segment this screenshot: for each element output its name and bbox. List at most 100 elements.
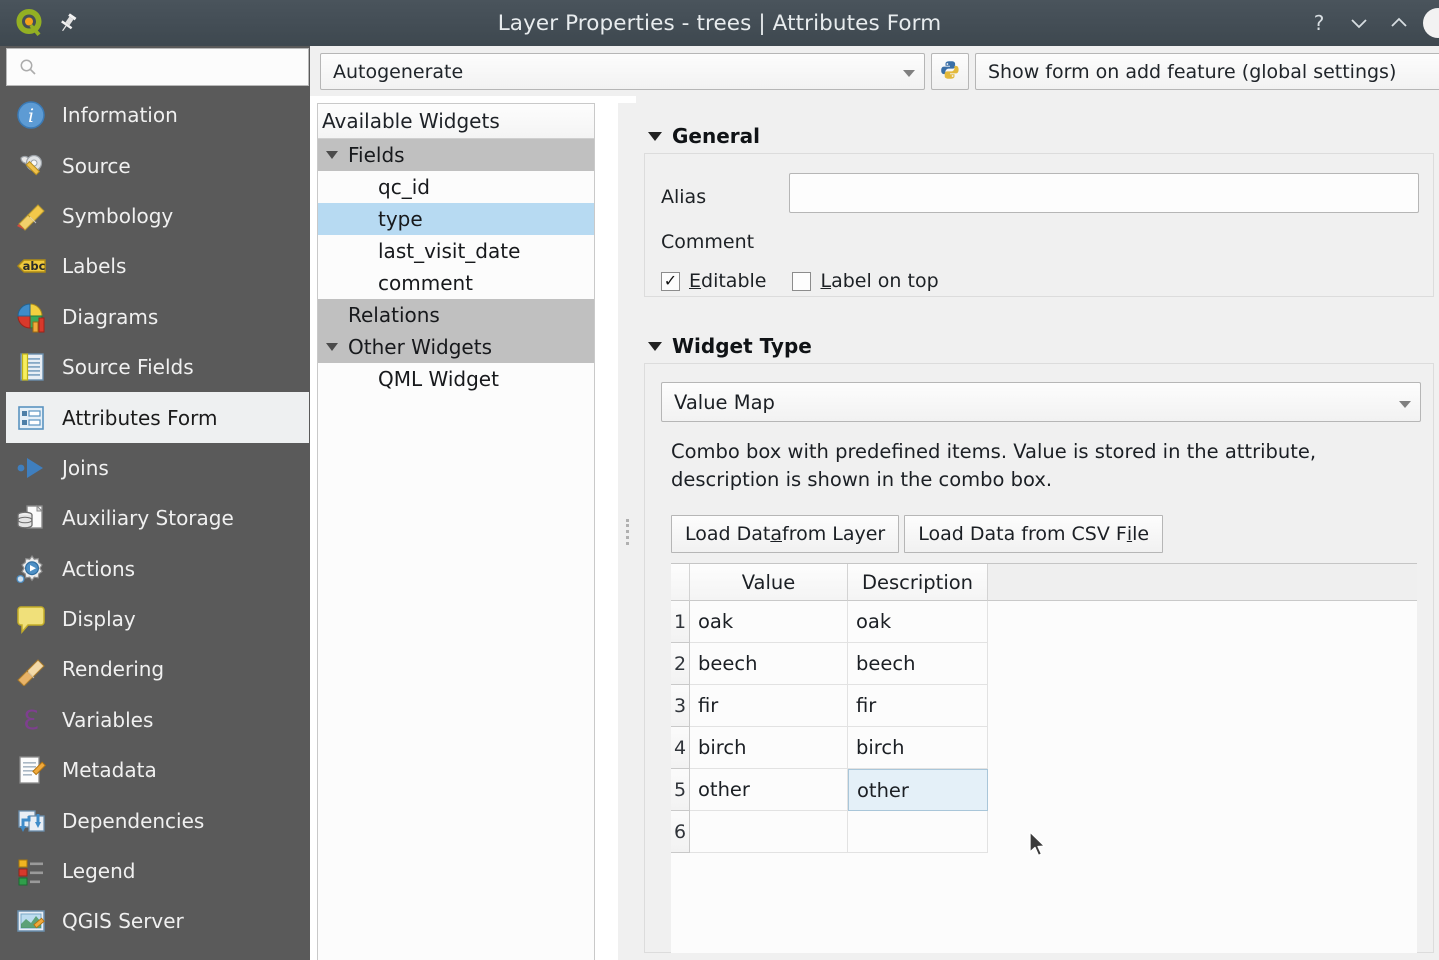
cell-value[interactable]: beech [690,643,848,685]
cell-description[interactable]: other [848,769,988,811]
column-header-description[interactable]: Description [848,564,988,601]
symbology-icon [14,199,48,233]
tree-item-comment[interactable]: comment [318,267,594,299]
sidebar-item-variables[interactable]: ℇ Variables [6,695,309,745]
sidebar-item-metadata[interactable]: Metadata [6,745,309,795]
label-on-top-checkbox[interactable]: Label on top [792,270,939,292]
sidebar-item-qgis-server[interactable]: QGIS Server [6,896,309,946]
row-number[interactable]: 2 [671,643,690,685]
cell-value[interactable]: birch [690,727,848,769]
panel-splitter[interactable] [618,103,636,960]
sidebar-item-label: QGIS Server [62,909,184,934]
cell-description[interactable] [848,811,988,853]
cell-value[interactable]: other [690,769,848,811]
sidebar-item-joins[interactable]: Joins [6,443,309,493]
column-header-value[interactable]: Value [690,564,848,601]
row-filler [988,643,1417,685]
tree-item-relations[interactable]: Relations [318,299,594,331]
tree-item-type[interactable]: type [318,203,594,235]
window-title: Layer Properties - trees | Attributes Fo… [497,10,942,36]
tree-item-other-widgets[interactable]: Other Widgets [318,331,594,363]
python-init-code-button[interactable] [931,53,969,90]
sidebar-item-auxiliary-storage[interactable]: Auxiliary Storage [6,493,309,543]
comment-label: Comment [661,231,755,253]
sidebar-item-label: Source [62,153,131,178]
cell-description[interactable]: beech [848,643,988,685]
settings-sidebar: i Information Source Symbology abc Labels Diag… [0,46,310,960]
header-filler [988,564,1417,601]
sidebar-item-symbology[interactable]: Symbology [6,191,309,241]
sidebar-item-source-fields[interactable]: Source Fields [6,342,309,392]
tree-item-label: qc_id [378,175,430,199]
value-map-body: 1 oak oak 2 beech beech 3 fir fir 4 birch birch 5 oth… [671,601,1417,853]
load-data-from-layer-button[interactable]: Load Dat a from Layer [671,515,900,553]
form-layout-value: Autogenerate [333,60,464,83]
tree-item-fields[interactable]: Fields [318,139,594,171]
row-number[interactable]: 6 [671,811,690,853]
table-row[interactable]: 1 oak oak [671,601,1417,643]
alias-input[interactable] [789,173,1419,213]
table-row[interactable]: 5 other other [671,769,1417,811]
widget-type-select[interactable]: Value Map [661,382,1421,422]
table-row[interactable]: 6 [671,811,1417,853]
source-fields-icon [14,350,48,384]
cell-value[interactable]: oak [690,601,848,643]
row-number[interactable]: 1 [671,601,690,643]
sidebar-item-source[interactable]: Source [6,140,309,190]
row-filler [988,769,1417,811]
sidebar-item-actions[interactable]: Actions [6,544,309,594]
sidebar-item-information[interactable]: i Information [6,90,309,140]
widget-type-group-box: Value Map Combo box with predefined item… [644,363,1434,953]
cell-description[interactable]: oak [848,601,988,643]
label-on-top-label: Label on top [820,270,939,292]
chevron-up-icon[interactable] [1379,0,1419,46]
sidebar-item-display[interactable]: Display [6,594,309,644]
available-widgets-tree: Fields qc_idtype last_visit_date comment Rel… [318,139,594,395]
cell-value[interactable]: fir [690,685,848,727]
tree-item-qc-id[interactable]: qc_id [318,171,594,203]
sidebar-item-label: Dependencies [62,808,205,833]
widget-type-section-header[interactable]: Widget Type [636,334,812,358]
row-number[interactable]: 5 [671,769,690,811]
table-row[interactable]: 3 fir fir [671,685,1417,727]
tree-item-label: QML Widget [378,367,499,391]
expand-triangle-icon [318,343,346,351]
sidebar-item-label: Legend [62,859,136,884]
sidebar-item-label: Joins [62,455,109,480]
search-box[interactable] [6,48,309,86]
row-filler [988,601,1417,643]
cell-value[interactable] [690,811,848,853]
checkbox-unchecked-icon [792,271,812,291]
tree-item-qml-widget[interactable]: QML Widget [318,363,594,395]
tree-item-last-visit-date[interactable]: last_visit_date [318,235,594,267]
sidebar-item-legend[interactable]: Legend [6,846,309,896]
table-row[interactable]: 2 beech beech [671,643,1417,685]
chevron-down-icon[interactable] [1339,0,1379,46]
sidebar-item-labels[interactable]: abc Labels [6,241,309,291]
expand-triangle-icon [318,151,346,159]
sidebar-item-rendering[interactable]: Rendering [6,644,309,694]
close-button[interactable] [1423,8,1439,38]
available-widgets-panel: Available Widgets Fields qc_id type last_vi… [317,103,595,960]
sidebar-item-dependencies[interactable]: Dependencies [6,795,309,845]
cell-description[interactable]: birch [848,727,988,769]
source-icon [14,149,48,183]
row-number[interactable]: 4 [671,727,690,769]
editable-checkbox[interactable]: ✓ Editable [661,270,766,292]
tree-item-label: type [378,207,423,231]
cell-description[interactable]: fir [848,685,988,727]
search-input[interactable] [37,50,308,84]
pin-icon[interactable] [56,11,80,35]
show-form-on-add-feature-select[interactable]: Show form on add feature (global setting… [975,53,1439,90]
sidebar-item-attributes-form[interactable]: Attributes Form [6,392,309,443]
general-section-header[interactable]: General [636,124,760,148]
load-data-from-csv-button[interactable]: Load Data from CSV Fi le [904,515,1164,553]
row-number[interactable]: 3 [671,685,690,727]
sidebar-item-diagrams[interactable]: Diagrams [6,292,309,342]
display-icon [14,602,48,636]
help-icon[interactable]: ? [1299,0,1339,46]
sidebar-item-label: Diagrams [62,304,159,329]
form-layout-select[interactable]: Autogenerate [320,53,925,90]
table-row[interactable]: 4 birch birch [671,727,1417,769]
tree-item-label: Other Widgets [348,335,492,359]
